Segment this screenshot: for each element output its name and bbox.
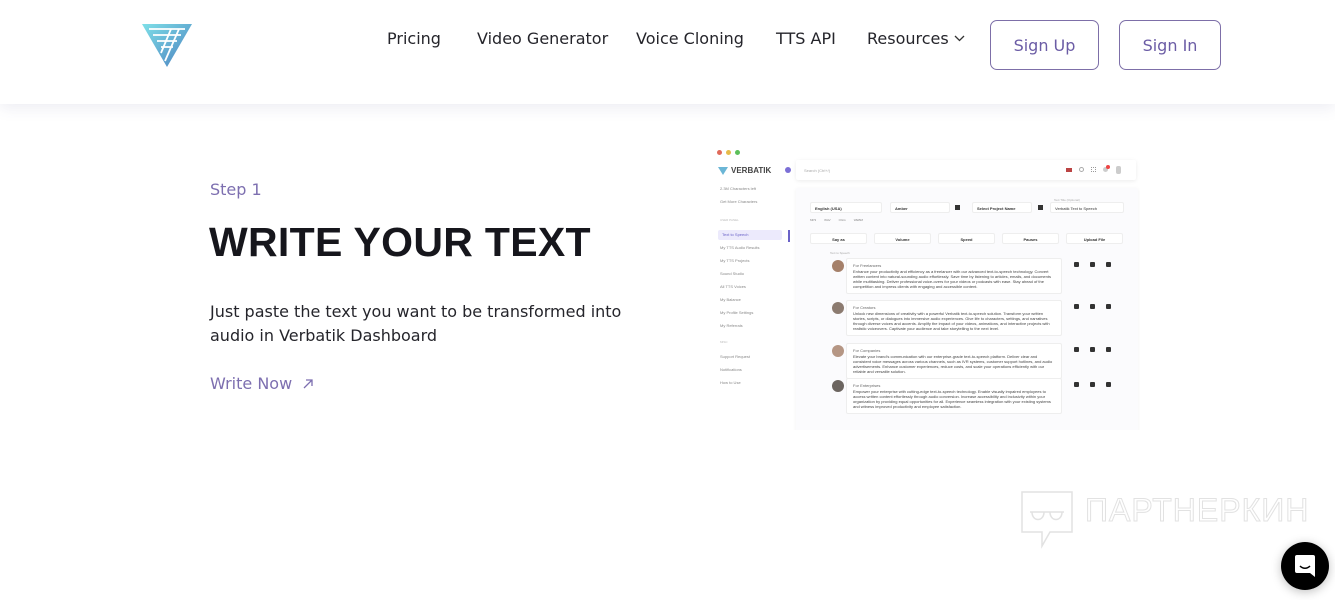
moon-icon [1079, 167, 1084, 172]
section-title: WRITE YOUR TEXT [209, 219, 591, 265]
chat-icon [1295, 555, 1315, 577]
dashboard-sidebar-item: My TTS Audio Results [720, 245, 760, 250]
dashboard-sidebar-item: My Referrals [720, 323, 743, 328]
row-text: Empower your enterprise with cutting-edg… [853, 389, 1051, 409]
site-header: Pricing Video Generator Voice Cloning TT… [0, 0, 1335, 104]
dashboard-sidebar-item: All TTS Voices [720, 284, 746, 289]
dashboard-sidebar-item: My Balance [720, 297, 741, 302]
dashboard-sidebar-item: 2.3M Characters left [720, 186, 757, 191]
control-button: Pauses [1002, 233, 1059, 244]
user-voice-icon [1090, 262, 1095, 267]
row-heading: For Enterprises [853, 383, 881, 388]
folder-icon [1038, 205, 1043, 210]
dashboard-brand: VERBATIK [731, 166, 772, 175]
dashboard-sidebar-item: How to Use [720, 380, 741, 385]
dashboard-sidebar-item: Support Request [720, 354, 751, 359]
row-heading: For Companies [853, 348, 881, 353]
avatar [832, 260, 844, 272]
speaker-icon [955, 205, 960, 210]
watermark-text: ПАРТНЕРКИН [1084, 492, 1310, 529]
nav-resources-label: Resources [867, 29, 949, 48]
user-avatar-icon [1116, 166, 1121, 174]
row-heading: For Creators [853, 305, 876, 310]
tts-textarea: For Enterprises Empower your enterprise w… [846, 378, 1062, 414]
flag-icon [1066, 168, 1072, 172]
dashboard-logo-icon [718, 167, 728, 175]
avatar [832, 380, 844, 392]
dashboard-screenshot: VERBATIK 2.3M Characters left Get More Ch… [710, 140, 1140, 430]
tts-section-label: Text to Speech [830, 251, 850, 255]
dashboard-search: Search (Ctrl+/) [804, 168, 831, 173]
format-radio: WAV [824, 218, 831, 222]
active-indicator [788, 230, 790, 242]
chat-bubble-icon [1074, 304, 1079, 309]
format-radio: WEBM [853, 218, 864, 222]
chat-widget-button[interactable] [1281, 542, 1329, 590]
notification-badge [1106, 165, 1110, 169]
format-radio: MP3 [810, 218, 817, 222]
write-now-label: Write Now [210, 374, 293, 393]
trash-icon [1106, 382, 1111, 387]
tts-textarea: For Freelancers Enhance your productivity… [846, 258, 1062, 294]
trash-icon [1106, 262, 1111, 267]
nav-tts-api[interactable]: TTS API [776, 29, 836, 48]
control-button: Upload File [1066, 233, 1123, 244]
write-now-link[interactable]: Write Now [210, 374, 314, 393]
format-radio: OGG [838, 218, 846, 222]
window-close-dot [717, 150, 722, 155]
dashboard-sidebar-item: USER PANEL [720, 218, 739, 222]
window-maximize-dot [735, 150, 740, 155]
step-label: Step 1 [210, 180, 262, 199]
window-minimize-dot [726, 150, 731, 155]
voice-select: Amber [890, 202, 950, 213]
language-select: English (USA) [810, 202, 882, 213]
nav-pricing[interactable]: Pricing [387, 29, 441, 48]
tts-textarea: For Companies Elevate your brand's commun… [846, 343, 1062, 379]
tts-textarea: For Creators Unlock new dimensions of cre… [846, 300, 1062, 336]
user-voice-icon [1090, 304, 1095, 309]
trash-icon [1106, 347, 1111, 352]
dashboard-sidebar-item: Notifications [720, 367, 742, 372]
watermark-logo-icon [1021, 491, 1073, 549]
trash-icon [1106, 304, 1111, 309]
sidebar-toggle-icon [785, 167, 791, 173]
user-voice-icon [1090, 382, 1095, 387]
control-button: Speed [938, 233, 995, 244]
avatar [832, 302, 844, 314]
arrow-up-right-icon [303, 378, 313, 388]
dashboard-sidebar-item: Get More Characters [720, 199, 758, 204]
dashboard-sidebar-item: My Profile Settings [720, 310, 754, 315]
dashboard-sidebar-item: My TTS Projects [720, 258, 750, 263]
sign-up-button[interactable]: Sign Up [990, 20, 1099, 70]
verbatik-logo[interactable] [141, 23, 193, 67]
chat-bubble-icon [1074, 347, 1079, 352]
dashboard-sidebar-item: MISC [720, 340, 728, 344]
avatar [832, 345, 844, 357]
dashboard-sidebar-item: Text to Speech [718, 230, 782, 240]
project-select: Select Project Name [972, 202, 1032, 213]
fullscreen-icon [1091, 167, 1096, 172]
row-text: Enhance your productivity and efficiency… [853, 269, 1051, 289]
control-button: Volume [874, 233, 931, 244]
nav-voice-cloning[interactable]: Voice Cloning [636, 29, 744, 48]
sign-in-button[interactable]: Sign In [1119, 20, 1221, 70]
chevron-down-icon [954, 35, 965, 42]
dashboard-sidebar-item: Sound Studio [720, 271, 745, 276]
user-voice-icon [1090, 347, 1095, 352]
row-text: Unlock new dimensions of creativity with… [853, 311, 1050, 331]
section-description: Just paste the text you want to be trans… [210, 302, 622, 345]
chat-bubble-icon [1074, 382, 1079, 387]
control-button: Say as [810, 233, 867, 244]
row-text: Elevate your brand's communication with … [853, 354, 1053, 374]
title-field: Verbatik Text to Speech [1050, 202, 1124, 213]
nav-video-generator[interactable]: Video Generator [477, 29, 608, 48]
nav-resources[interactable]: Resources [867, 29, 965, 48]
row-heading: For Freelancers [853, 263, 882, 268]
chat-bubble-icon [1074, 262, 1079, 267]
dashboard-topbar: Search (Ctrl+/) [796, 160, 1136, 180]
